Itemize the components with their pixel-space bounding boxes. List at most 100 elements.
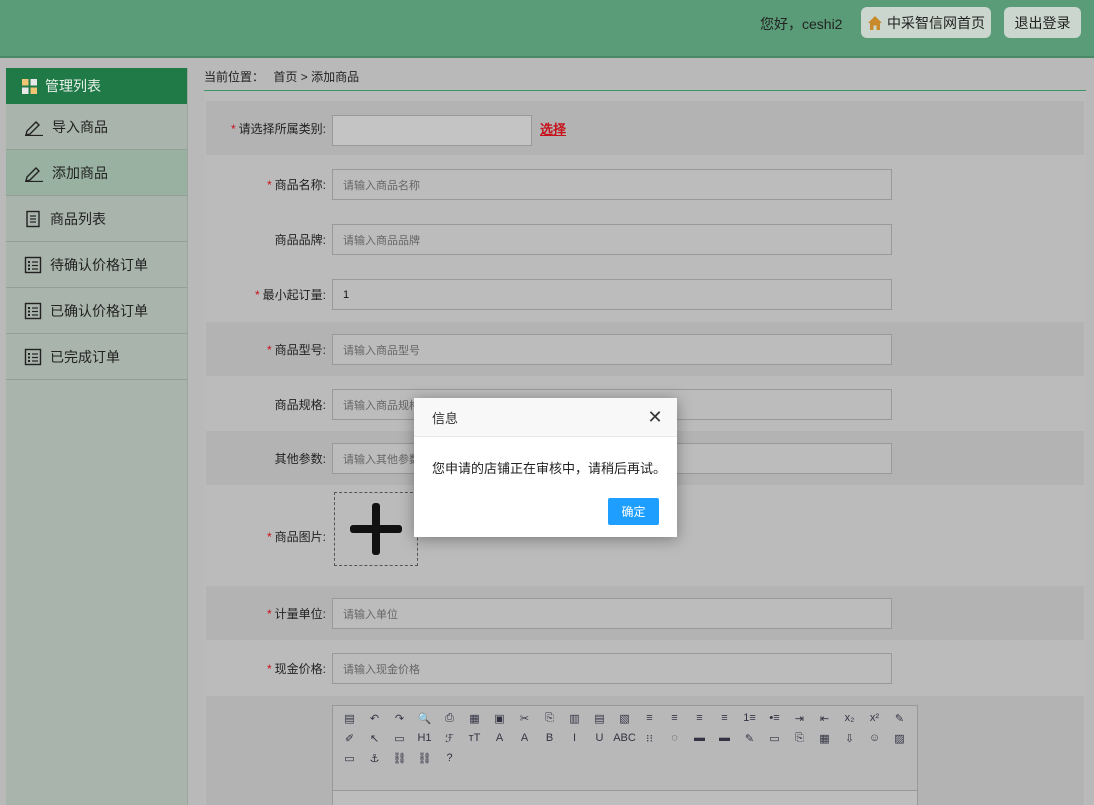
editor-tool-button[interactable]: B [539,729,560,747]
category-input[interactable] [332,115,532,146]
confirm-button[interactable]: 确定 [608,498,659,525]
image-label: * 商品图片: [266,529,326,544]
editor-tool-button[interactable]: ≡ [689,709,710,727]
editor-tool-button[interactable]: ? [439,749,460,767]
top-header: 您好，ceshi2 中采智信网首页 退出登录 [0,0,1094,58]
editor-tool-button[interactable]: ⛓ [414,749,435,767]
sidebar-item-completed[interactable]: 已完成订单 [6,334,187,380]
editor-tool-button[interactable]: ▣ [489,709,510,727]
breadcrumb: 当前位置： 首页 > 添加商品 [204,68,359,85]
name-input[interactable]: 请输入商品名称 [332,169,892,200]
model-row: * 商品型号: 请输入商品型号 [206,322,1084,376]
editor-tool-button[interactable]: I [564,729,585,747]
logout-button[interactable]: 退出登录 [1004,7,1081,38]
breadcrumb-separator: > [300,70,308,84]
sidebar-item-confirmed-price[interactable]: 已确认价格订单 [6,288,187,334]
editor-tool-button[interactable]: ◌ [664,729,685,747]
editor-content-area[interactable] [333,790,917,805]
editor-tool-button[interactable]: ⚓ [364,749,385,767]
sidebar-item-label: 添加商品 [52,164,108,181]
editor-tool-button[interactable]: x₂ [839,709,860,727]
moq-input[interactable]: 1 [332,279,892,310]
breadcrumb-current: 添加商品 [311,70,360,84]
editor-tool-button[interactable]: ▭ [339,749,360,767]
editor-tool-button[interactable]: ▤ [339,709,360,727]
category-row: * 请选择所属类别: 选择 [206,101,1084,155]
image-upload-button[interactable] [334,492,418,566]
editor-tool-button[interactable]: U [589,729,610,747]
editor-tool-button[interactable]: A [514,729,535,747]
editor-tool-button[interactable]: ≡ [714,709,735,727]
editor-tool-button[interactable]: ⁝⁝ [639,729,660,747]
sidebar-item-product-list[interactable]: 商品列表 [6,196,187,242]
editor-tool-button[interactable]: ✎ [889,709,910,727]
editor-tool-button[interactable]: ↖ [364,729,385,747]
editor-tool-button[interactable]: ⎙ [439,709,460,727]
rich-text-editor[interactable]: ▤ ↶ ↷ 🔍 ⎙ ▦ ▣ ✂ ⎘ ▥ ▤ ▧ ≡ ≡ ≡ ≡ 1≡ •≡ ⇥ ⇤ x₂ x² ✎ ✐ ↖ ▭ H1 ℱтT A A B I U… [332,705,918,805]
brand-label: 商品品牌: [274,232,326,247]
editor-tool-button[interactable]: ✂ [514,709,535,727]
editor-tool-button[interactable]: ⎘ [539,709,560,727]
editor-tool-button[interactable]: •≡ [764,709,785,727]
brand-input[interactable]: 请输入商品品牌 [332,224,892,255]
sidebar-item-import[interactable]: 导入商品 [6,104,187,150]
editor-tool-button[interactable]: ↷ [389,709,410,727]
editor-tool-button[interactable]: ▥ [564,709,585,727]
edit-icon [25,120,43,136]
editor-tool-button[interactable]: A [489,729,510,747]
editor-tool-button[interactable]: H1 [414,729,435,747]
category-select-link[interactable]: 选择 [540,119,566,138]
model-label: * 商品型号: [266,342,326,357]
price-label: * 现金价格: [266,661,326,676]
model-input[interactable]: 请输入商品型号 [332,334,892,365]
editor-tool-button[interactable]: ▧ [614,709,635,727]
dialog-message: 您申请的店铺正在审核中，请稍后再试。 [432,461,667,476]
breadcrumb-home[interactable]: 首页 [273,70,297,84]
editor-tool-button[interactable]: ℱ [439,729,460,747]
close-icon[interactable]: ✕ [647,408,663,426]
spec-label: 商品规格: [274,397,326,412]
editor-tool-button[interactable]: ⎘ [789,729,810,747]
other-label: 其他参数: [274,451,326,466]
sidebar-item-label: 已确认价格订单 [50,302,148,319]
editor-tool-button[interactable]: ▭ [764,729,785,747]
editor-tool-button[interactable]: ▨ [889,729,910,747]
moq-row: * 最小起订量: 1 [206,267,1084,321]
unit-input[interactable]: 请输入单位 [332,598,892,629]
editor-tool-button[interactable]: ✎ [739,729,760,747]
editor-tool-button[interactable]: ▬ [714,729,735,747]
sidebar-item-label: 商品列表 [50,210,106,227]
editor-toolbar: ▤ ↶ ↷ 🔍 ⎙ ▦ ▣ ✂ ⎘ ▥ ▤ ▧ ≡ ≡ ≡ ≡ 1≡ •≡ ⇥ ⇤ x₂ x² ✎ ✐ ↖ ▭ H1 ℱтT A A B I U… [333,706,917,790]
editor-tool-button[interactable]: ▭ [389,729,410,747]
editor-tool-button[interactable]: тT [464,729,485,747]
sidebar-item-pending-price[interactable]: 待确认价格订单 [6,242,187,288]
editor-tool-button[interactable]: ≡ [664,709,685,727]
sidebar-item-add[interactable]: 添加商品 [6,150,187,196]
editor-tool-button[interactable]: 🔍 [414,709,435,727]
dialog-title: 信息 [414,398,677,437]
sidebar-title: 管理列表 [45,78,101,94]
editor-tool-button[interactable]: ⛓ [389,749,410,767]
home-button[interactable]: 中采智信网首页 [861,7,991,38]
sidebar-item-label: 待确认价格订单 [50,256,148,273]
price-row: * 现金价格: 请输入现金价格 [206,641,1084,695]
price-input[interactable]: 请输入现金价格 [332,653,892,684]
editor-tool-button[interactable]: ⇩ [839,729,860,747]
editor-tool-button[interactable]: x² [864,709,885,727]
editor-tool-button[interactable]: 1≡ [739,709,760,727]
editor-tool-button[interactable]: ⇥ [789,709,810,727]
editor-tool-button[interactable]: ≡ [639,709,660,727]
home-icon [868,15,882,30]
editor-tool-button[interactable]: ☺ [864,729,885,747]
editor-tool-button[interactable]: ▦ [464,709,485,727]
editor-tool-button[interactable]: ▬ [689,729,710,747]
list-icon [24,256,42,273]
editor-tool-button[interactable]: ↶ [364,709,385,727]
editor-tool-button[interactable]: ⇤ [814,709,835,727]
editor-tool-button[interactable]: ▤ [589,709,610,727]
list-icon [24,348,42,365]
name-row: * 商品名称: 请输入商品名称 [206,157,1084,211]
editor-tool-button[interactable]: ▦ [814,729,835,747]
editor-tool-button[interactable]: ✐ [339,729,360,747]
editor-tool-button[interactable]: ABC [613,729,636,747]
